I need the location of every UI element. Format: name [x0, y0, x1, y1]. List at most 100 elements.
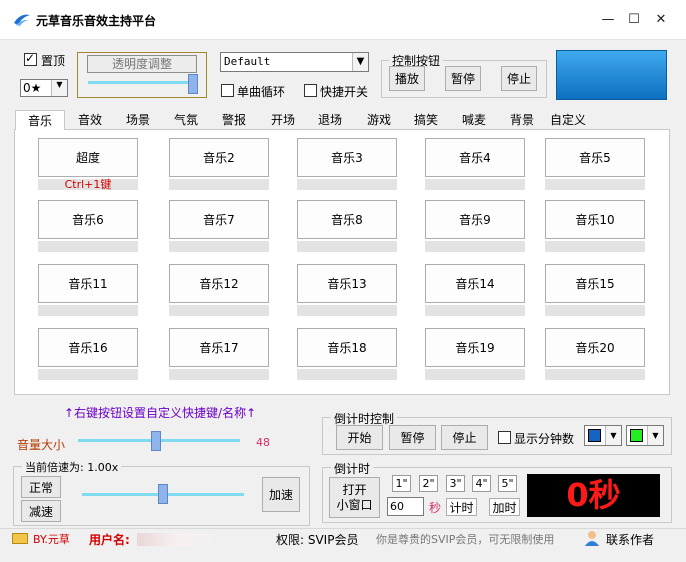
tab-5[interactable]: 警报: [219, 110, 249, 130]
sound-hotkey-6: [38, 241, 138, 252]
opacity-slider-thumb[interactable]: [187, 74, 198, 94]
sound-hotkey-16: [38, 369, 138, 380]
chevron-down-icon: ▼: [51, 80, 67, 96]
sound-button-15[interactable]: 音乐15: [545, 264, 645, 303]
sound-button-17[interactable]: 音乐17: [169, 328, 269, 367]
tab-12[interactable]: 自定义: [549, 110, 587, 130]
sound-button-1[interactable]: 超度: [38, 138, 138, 177]
volume-slider-thumb[interactable]: [150, 431, 161, 451]
sound-button-7[interactable]: 音乐7: [169, 200, 269, 239]
pause-button[interactable]: 暂停: [445, 66, 481, 91]
single-loop-checkbox[interactable]: [221, 84, 234, 97]
status-divider: [0, 528, 686, 529]
open-mini-window-button[interactable]: 打开 小窗口: [329, 477, 380, 518]
stop-button[interactable]: 停止: [501, 66, 537, 91]
tab-10[interactable]: 喊麦: [459, 110, 489, 130]
sound-button-4[interactable]: 音乐4: [425, 138, 525, 177]
sound-button-13[interactable]: 音乐13: [297, 264, 397, 303]
sound-button-8[interactable]: 音乐8: [297, 200, 397, 239]
normal-speed-button[interactable]: 正常: [21, 476, 61, 498]
minimize-button[interactable]: —: [596, 8, 620, 32]
opacity-slider-track[interactable]: [88, 81, 198, 84]
title-bar[interactable]: 元草音乐音效主持平台 — ☐ ✕: [0, 0, 686, 40]
sound-hotkey-11: [38, 305, 138, 316]
maximize-button[interactable]: ☐: [622, 8, 646, 32]
speed-up-button[interactable]: 加速: [262, 477, 300, 512]
single-loop-label: 单曲循环: [237, 85, 286, 99]
sound-button-6[interactable]: 音乐6: [38, 200, 138, 239]
sound-button-16[interactable]: 音乐16: [38, 328, 138, 367]
star-select[interactable]: 0★ ▼: [20, 79, 68, 97]
sound-hotkey-7: [169, 241, 269, 252]
sound-button-18[interactable]: 音乐18: [297, 328, 397, 367]
speed-label: 当前倍速为: 1.00x: [22, 459, 122, 475]
tab-2[interactable]: 音效: [75, 110, 105, 130]
hotkey-switch-checkbox[interactable]: [304, 84, 317, 97]
sound-button-12[interactable]: 音乐12: [169, 264, 269, 303]
app-logo-icon: [14, 14, 30, 26]
color-select-2[interactable]: ▼: [626, 425, 664, 446]
sound-hotkey-5: [545, 179, 645, 190]
tab-3[interactable]: 场景: [123, 110, 153, 130]
tab-7[interactable]: 退场: [315, 110, 345, 130]
volume-value: 48: [256, 436, 270, 449]
preset-1-button[interactable]: 1": [392, 475, 411, 492]
preset-3-button[interactable]: 3": [446, 475, 465, 492]
color-swatch-2: [630, 429, 643, 442]
close-button[interactable]: ✕: [649, 8, 673, 32]
countdown-pause-button[interactable]: 暂停: [389, 425, 436, 450]
sound-hotkey-14: [425, 305, 525, 316]
preset-5-button[interactable]: 5": [498, 475, 517, 492]
color-select-1[interactable]: ▼: [584, 425, 622, 446]
vip-notice: 你是尊贵的SVIP会员，可无限制使用: [376, 533, 555, 546]
sound-button-20[interactable]: 音乐20: [545, 328, 645, 367]
seconds-input[interactable]: 60: [387, 497, 424, 516]
hotkey-switch-label: 快捷开关: [320, 85, 369, 99]
hint-text: ↑右键按钮设置自定义快捷键/名称↑: [64, 406, 257, 420]
chevron-down-icon: ▼: [647, 426, 663, 445]
open-label: 打开: [342, 482, 367, 497]
tab-9[interactable]: 搞笑: [411, 110, 441, 130]
show-minutes-label: 显示分钟数: [514, 432, 575, 446]
volume-label: 音量大小: [17, 438, 66, 452]
tab-8[interactable]: 游戏: [364, 110, 394, 130]
sound-button-9[interactable]: 音乐9: [425, 200, 525, 239]
countdown-stop-button[interactable]: 停止: [441, 425, 488, 450]
sound-hotkey-4: [425, 179, 525, 190]
opacity-label: 透明度调整: [87, 55, 197, 73]
chevron-down-icon: ▼: [352, 53, 368, 71]
contact-author-link[interactable]: 联系作者: [606, 531, 654, 548]
sound-hotkey-8: [297, 241, 397, 252]
sound-hotkey-1: Ctrl+1键: [38, 179, 138, 190]
sound-button-2[interactable]: 音乐2: [169, 138, 269, 177]
contact-person-icon: [585, 531, 599, 546]
add-time-button[interactable]: 加时: [489, 498, 520, 516]
speed-slider-thumb[interactable]: [158, 484, 168, 504]
sound-hotkey-9: [425, 241, 525, 252]
tab-4[interactable]: 气氛: [171, 110, 201, 130]
countdown-start-button[interactable]: 开始: [336, 425, 383, 450]
star-select-value: 0★: [23, 81, 42, 95]
preset-4-button[interactable]: 4": [472, 475, 491, 492]
timer-button[interactable]: 计时: [446, 498, 477, 516]
chevron-down-icon: ▼: [605, 426, 621, 445]
slow-down-button[interactable]: 减速: [21, 500, 61, 522]
sound-button-11[interactable]: 音乐11: [38, 264, 138, 303]
preset-2-button[interactable]: 2": [419, 475, 438, 492]
tab-1[interactable]: 音乐: [15, 110, 65, 130]
countdown-title: 倒计时: [331, 460, 374, 477]
sound-button-14[interactable]: 音乐14: [425, 264, 525, 303]
sound-button-10[interactable]: 音乐10: [545, 200, 645, 239]
tab-11[interactable]: 背景: [507, 110, 537, 130]
show-minutes-checkbox[interactable]: [498, 431, 511, 444]
id-card-icon: [12, 533, 28, 544]
pin-checkbox[interactable]: [24, 51, 37, 66]
sound-button-3[interactable]: 音乐3: [297, 138, 397, 177]
sound-hotkey-17: [169, 369, 269, 380]
play-button[interactable]: 播放: [389, 66, 425, 91]
author-label: BY.元草: [33, 533, 70, 546]
sound-button-19[interactable]: 音乐19: [425, 328, 525, 367]
tab-6[interactable]: 开场: [268, 110, 298, 130]
preset-select[interactable]: Default ▼: [220, 52, 369, 72]
sound-button-5[interactable]: 音乐5: [545, 138, 645, 177]
